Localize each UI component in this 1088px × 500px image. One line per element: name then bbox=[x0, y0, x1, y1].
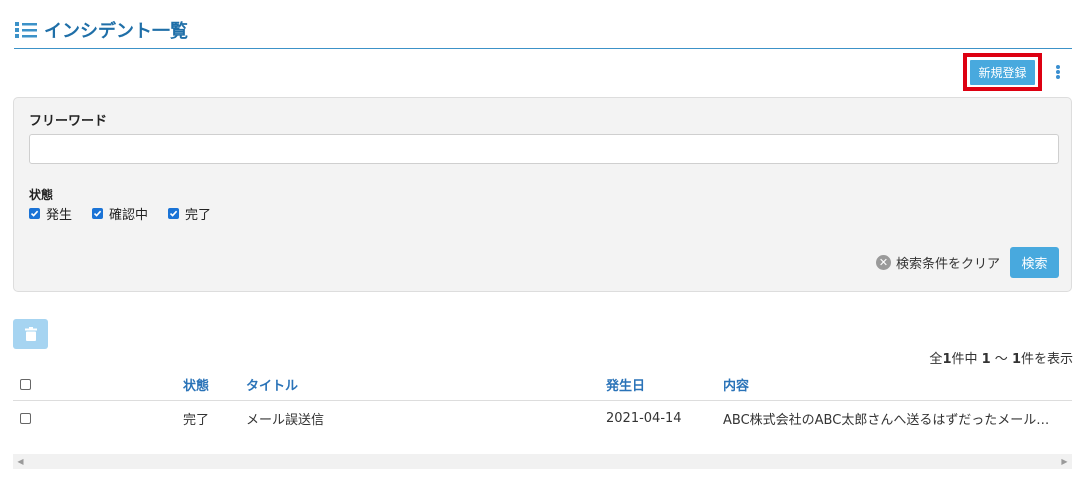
row-content-cell: ABC株式会社のABC太郎さんへ送るはずだったメールが... bbox=[723, 401, 1053, 435]
row-date: 2021-04-14 bbox=[606, 410, 682, 426]
select-all-checkbox[interactable] bbox=[20, 378, 31, 390]
column-date[interactable]: 発生日 bbox=[606, 367, 645, 401]
column-status[interactable]: 状態 bbox=[183, 367, 209, 401]
trash-icon bbox=[24, 327, 37, 341]
row-title[interactable]: メール誤送信 bbox=[246, 401, 324, 435]
search-panel: フリーワード 状態 発生 確認中 完了 ✕ 検索条件をクリア 検索 bbox=[13, 97, 1072, 292]
incident-table: 状態 タイトル 発生日 内容 完了 メール誤送信 2021-04-14 ABC株… bbox=[13, 367, 1072, 435]
freeword-input[interactable] bbox=[29, 134, 1059, 164]
list-icon bbox=[15, 22, 37, 38]
search-button[interactable]: 検索 bbox=[1010, 247, 1059, 278]
table-header-row: 状態 タイトル 発生日 内容 bbox=[13, 367, 1072, 401]
status-confirming-label: 確認中 bbox=[109, 208, 149, 223]
row-select-checkbox[interactable] bbox=[20, 412, 31, 424]
status-label: 状態 bbox=[29, 188, 54, 202]
clear-conditions-label: 検索条件をクリア bbox=[896, 257, 1001, 272]
row-status: 完了 bbox=[183, 412, 210, 428]
scroll-left-icon[interactable]: ◀ bbox=[13, 454, 28, 469]
delete-button[interactable] bbox=[13, 319, 48, 349]
new-button-highlight: 新規登録 bbox=[963, 53, 1042, 91]
status-occurred-label: 発生 bbox=[46, 208, 73, 223]
column-title[interactable]: タイトル bbox=[246, 367, 298, 401]
page-header: インシデント一覧 bbox=[14, 12, 1072, 49]
page-title: インシデント一覧 bbox=[44, 21, 188, 42]
clear-conditions-link[interactable]: ✕ 検索条件をクリア bbox=[876, 253, 1000, 272]
scroll-right-icon[interactable]: ▶ bbox=[1057, 454, 1072, 469]
column-content[interactable]: 内容 bbox=[723, 367, 1053, 401]
horizontal-scrollbar[interactable]: ◀ ▶ bbox=[13, 454, 1072, 469]
new-registration-button[interactable]: 新規登録 bbox=[970, 59, 1035, 85]
checkbox-checked-icon[interactable] bbox=[92, 208, 104, 219]
status-completed-checkbox[interactable]: 完了 bbox=[168, 204, 211, 223]
freeword-label: フリーワード bbox=[29, 114, 108, 129]
kebab-menu-icon[interactable] bbox=[1054, 65, 1062, 79]
checkbox-checked-icon[interactable] bbox=[29, 208, 40, 219]
status-confirming-checkbox[interactable]: 確認中 bbox=[92, 204, 148, 223]
result-count: 全1件中 1 〜 1件を表示 bbox=[929, 352, 1073, 367]
row-content: ABC株式会社のABC太郎さんへ送るはずだったメールが... bbox=[723, 412, 1053, 428]
checkbox-checked-icon[interactable] bbox=[168, 208, 180, 219]
status-checkboxes: 発生 確認中 完了 bbox=[29, 204, 231, 223]
clear-circle-icon: ✕ bbox=[876, 255, 891, 270]
table-row[interactable]: 完了 メール誤送信 2021-04-14 ABC株式会社のABC太郎さんへ送るは… bbox=[13, 401, 1072, 435]
status-completed-label: 完了 bbox=[185, 208, 212, 223]
status-occurred-checkbox[interactable]: 発生 bbox=[29, 204, 72, 223]
